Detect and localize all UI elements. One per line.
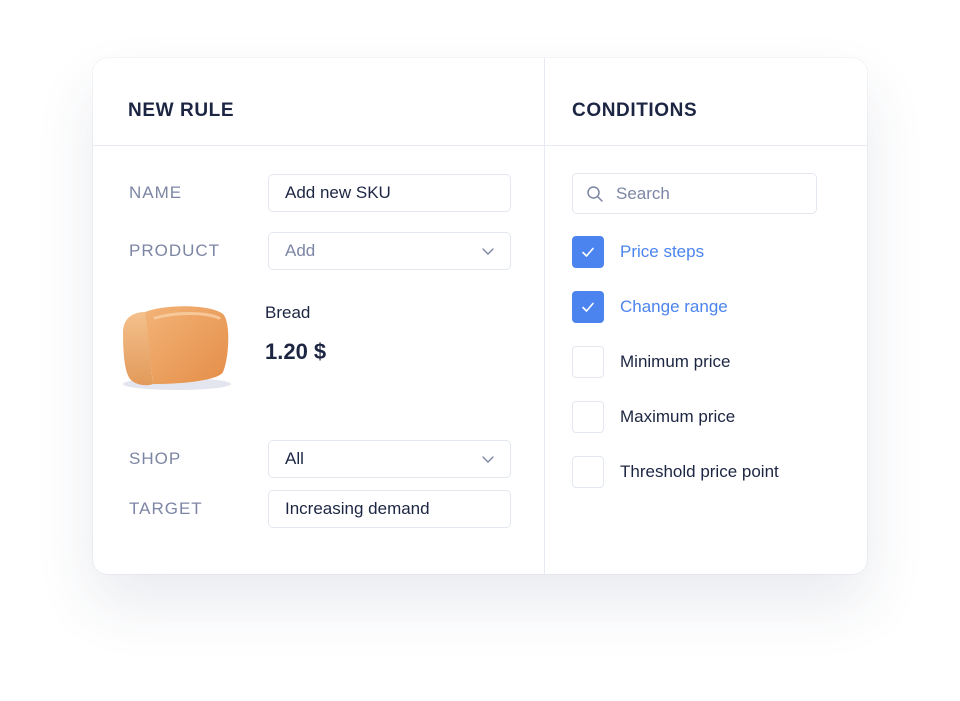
- target-input-value: Increasing demand: [285, 499, 430, 518]
- condition-label: Change range: [620, 297, 728, 316]
- condition-checkbox[interactable]: [572, 401, 604, 433]
- condition-item[interactable]: Change range: [572, 291, 728, 323]
- search-placeholder: Search: [616, 183, 670, 203]
- conditions-title: CONDITIONS: [572, 100, 698, 121]
- name-input[interactable]: Add new SKU: [268, 174, 511, 212]
- name-label: NAME: [129, 183, 183, 202]
- condition-label: Minimum price: [620, 352, 731, 371]
- chevron-down-icon: [482, 456, 494, 463]
- condition-checkbox[interactable]: [572, 236, 604, 268]
- condition-label: Threshold price point: [620, 462, 779, 481]
- product-select-placeholder: Add: [285, 241, 316, 260]
- chevron-down-icon: [482, 248, 494, 255]
- shop-label: SHOP: [129, 449, 182, 468]
- condition-checkbox[interactable]: [572, 291, 604, 323]
- bread-loaf-image: [123, 306, 231, 390]
- header-divider: [93, 145, 867, 146]
- conditions-search-input[interactable]: Search: [572, 173, 817, 214]
- condition-checkbox[interactable]: [572, 346, 604, 378]
- product-label: PRODUCT: [129, 241, 221, 260]
- panel-divider: [544, 58, 545, 574]
- condition-item[interactable]: Threshold price point: [572, 456, 779, 488]
- condition-label: Maximum price: [620, 407, 736, 426]
- new-rule-title: NEW RULE: [128, 100, 235, 121]
- shop-select-value: All: [285, 449, 304, 468]
- condition-item[interactable]: Price steps: [572, 236, 704, 268]
- product-name: Bread: [265, 303, 311, 322]
- target-input[interactable]: Increasing demand: [268, 490, 511, 528]
- condition-item[interactable]: Minimum price: [572, 346, 731, 378]
- checkmark-icon: [582, 302, 594, 312]
- new-rule-card: NEW RULE NAME Add new SKU PRODUCT Add Br…: [93, 58, 867, 574]
- condition-label: Price steps: [620, 242, 705, 261]
- name-input-value: Add new SKU: [285, 183, 391, 202]
- shop-select[interactable]: All: [268, 440, 511, 478]
- target-label: TARGET: [129, 499, 203, 518]
- condition-item[interactable]: Maximum price: [572, 401, 735, 433]
- product-select[interactable]: Add: [268, 232, 511, 270]
- condition-checkbox[interactable]: [572, 456, 604, 488]
- checkmark-icon: [582, 247, 594, 257]
- search-icon: [587, 186, 603, 202]
- product-price: 1.20 $: [265, 339, 327, 364]
